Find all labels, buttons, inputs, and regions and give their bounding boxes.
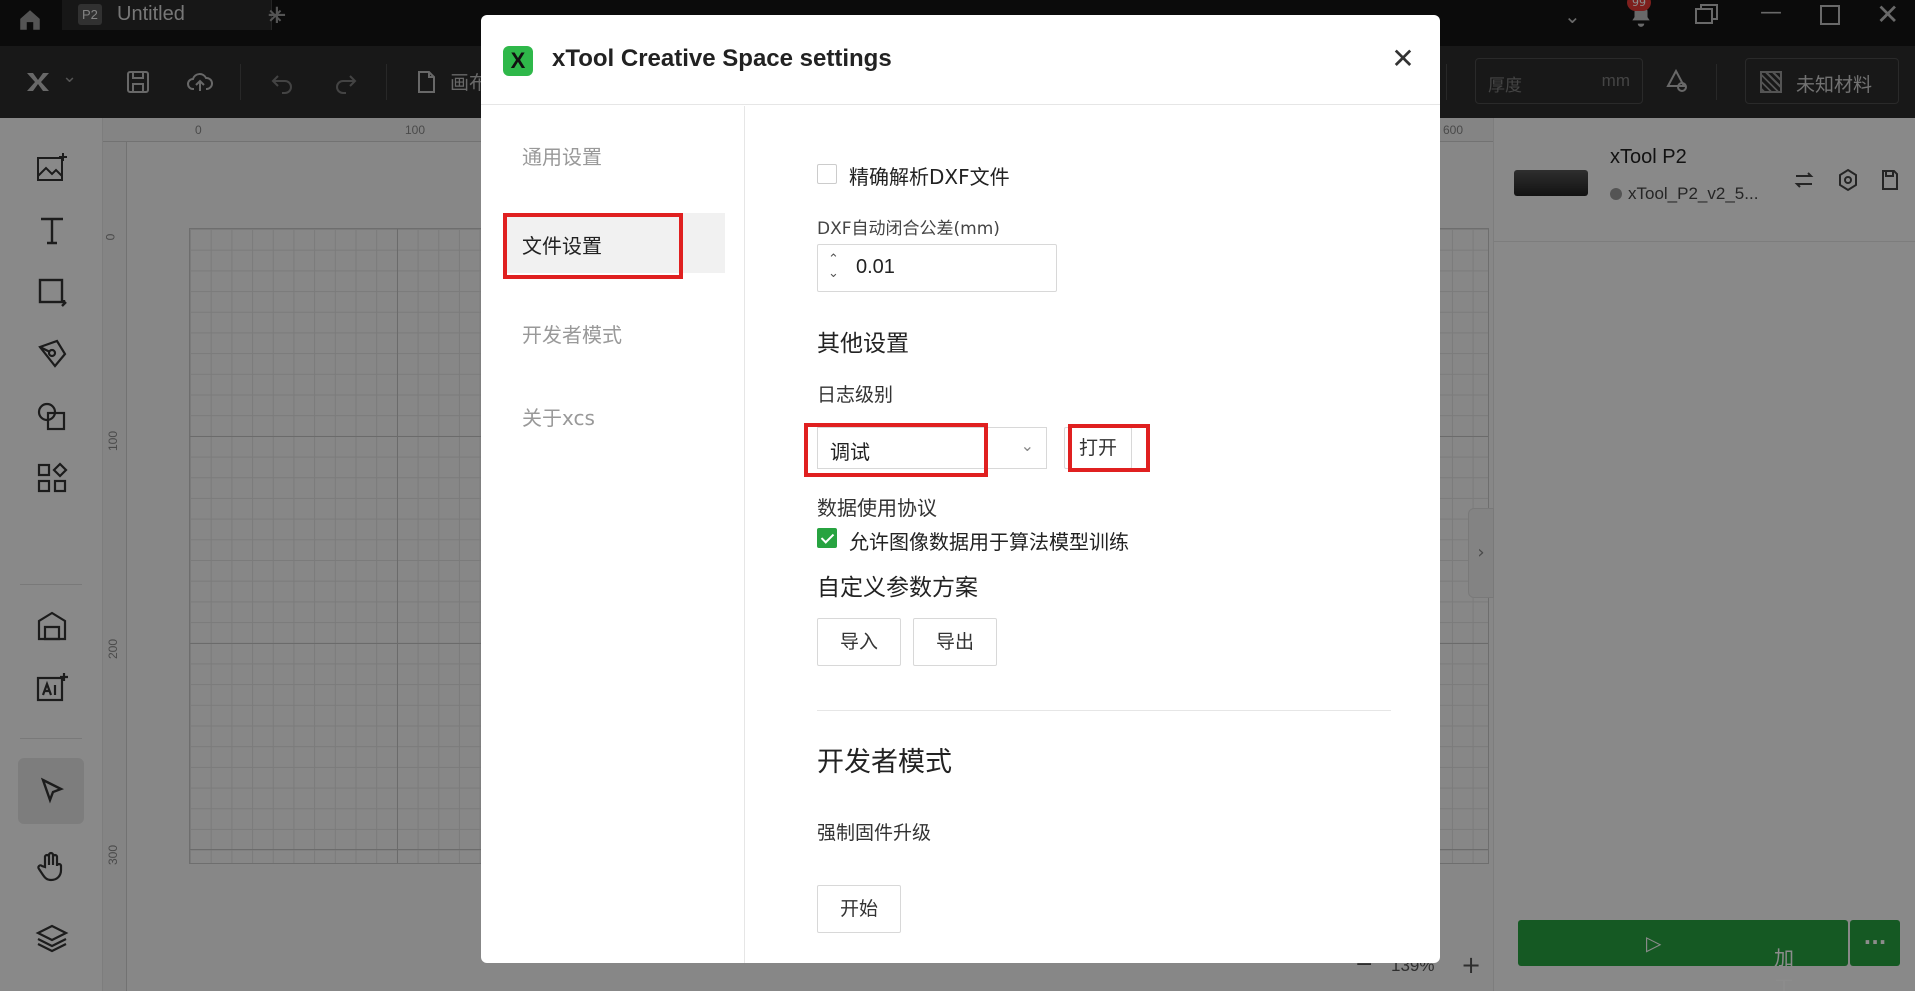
nav-developer-mode[interactable]: 开发者模式 [522, 319, 622, 348]
start-upgrade-button[interactable]: 开始 [817, 885, 901, 933]
nav-about-xcs[interactable]: 关于xcs [522, 402, 595, 431]
import-button[interactable]: 导入 [817, 618, 901, 666]
allow-image-label: 允许图像数据用于算法模型训练 [849, 530, 1129, 554]
force-upgrade-label: 强制固件升级 [817, 822, 932, 844]
section-divider [817, 710, 1391, 711]
settings-content: 精确解析DXF文件 DXF自动闭合公差(mm) ⌃ ⌄ 0.01 其他设置 日志级… [746, 106, 1440, 963]
dialog-close-icon[interactable]: ✕ [1387, 43, 1419, 75]
dialog-title: xTool Creative Space settings [552, 45, 892, 72]
tolerance-label: DXF自动闭合公差(mm) [817, 219, 1000, 239]
custom-params-heading: 自定义参数方案 [817, 575, 978, 601]
settings-nav: 通用设置 文件设置 开发者模式 关于xcs [481, 106, 745, 963]
spinner-arrows-icon[interactable]: ⌃ ⌄ [828, 253, 839, 281]
highlight-box [1068, 424, 1150, 472]
tolerance-value: 0.01 [856, 256, 895, 278]
nav-general-settings[interactable]: 通用设置 [522, 141, 602, 170]
settings-dialog: X xTool Creative Space settings ✕ 通用设置 文… [481, 15, 1440, 963]
xtool-logo-icon: X [503, 46, 533, 76]
allow-image-checkbox[interactable] [817, 528, 837, 548]
dialog-header: X xTool Creative Space settings ✕ [481, 15, 1440, 105]
chevron-down-icon: ⌄ [1020, 436, 1034, 455]
dxf-precise-label: 精确解析DXF文件 [849, 165, 1010, 189]
developer-mode-heading: 开发者模式 [817, 747, 952, 778]
tolerance-input[interactable]: ⌃ ⌄ 0.01 [817, 244, 1057, 292]
dxf-precise-checkbox[interactable] [817, 164, 837, 184]
highlight-box [804, 423, 988, 477]
highlight-box [503, 213, 683, 279]
other-settings-heading: 其他设置 [817, 331, 909, 357]
data-agreement-label: 数据使用协议 [817, 496, 937, 520]
log-level-label: 日志级别 [817, 384, 894, 406]
export-button[interactable]: 导出 [913, 618, 997, 666]
